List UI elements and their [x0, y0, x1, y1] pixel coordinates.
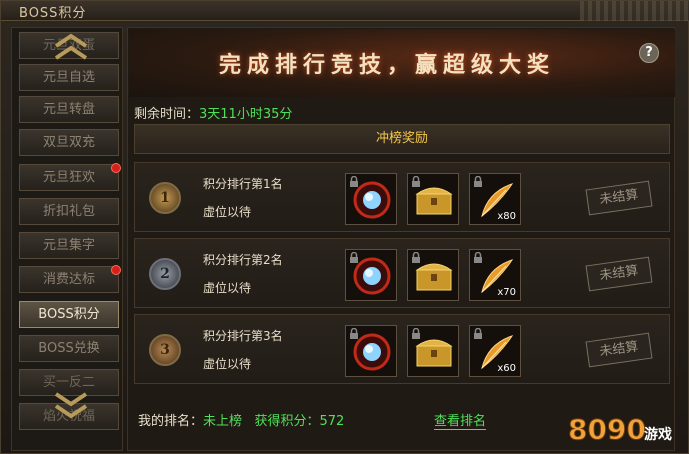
reward-slot[interactable] [345, 249, 397, 301]
points-value: 572 [319, 414, 345, 429]
sidebar-item-label: 折扣礼包 [42, 204, 95, 219]
reward-slot[interactable] [345, 173, 397, 225]
lock-icon [412, 328, 420, 339]
dragon-ornament-icon [580, 1, 689, 21]
rank-row-1: 1 积分排行第1名 虚位以待 x80 未结算 [134, 162, 670, 232]
rank-medal-icon: 3 [149, 334, 181, 366]
sidebar-item-xiaofei-dabiao[interactable]: 消费达标 [19, 265, 121, 293]
reward-slot[interactable] [345, 325, 397, 377]
rank-holder: 虚位以待 [203, 205, 252, 219]
sidebar-item-boss-jifen[interactable]: BOSS积分 [19, 301, 119, 328]
reward-quantity: x80 [497, 211, 516, 222]
reward-slot[interactable]: x70 [469, 249, 521, 301]
reward-slot[interactable] [407, 249, 459, 301]
settlement-status-stamp: 未结算 [585, 256, 653, 292]
svg-text:游戏: 游戏 [644, 426, 672, 443]
reward-slot[interactable] [407, 325, 459, 377]
window-title: BOSS积分 [19, 6, 87, 21]
svg-text:8090: 8090 [568, 413, 646, 446]
lock-icon [350, 176, 358, 187]
sidebar-item-boss-duihuan[interactable]: BOSS兑换 [19, 335, 119, 362]
reward-quantity: x70 [497, 287, 516, 298]
reward-header: 冲榜奖励 [134, 124, 670, 154]
reward-slot[interactable]: x60 [469, 325, 521, 377]
sidebar-item-label: 消费达标 [42, 272, 95, 287]
reward-slot[interactable]: x80 [469, 173, 521, 225]
rank-title: 积分排行第1名 [203, 177, 283, 191]
my-rank-summary: 我的排名：未上榜 获得积分：572 [138, 410, 344, 429]
remaining-time-value: 3天11小时35分 [199, 107, 293, 122]
lock-icon [474, 328, 482, 339]
sidebar-item-label: 元旦集字 [42, 238, 95, 253]
rank-row-3: 3 积分排行第3名 虚位以待 x60 未结算 [134, 314, 670, 384]
main-panel: 完成排行竞技，赢超级大奖 ? 剩余时间：3天11小时35分 冲榜奖励 1 积分排… [127, 27, 675, 451]
banner-title: 完成排行竞技，赢超级大奖 [219, 52, 556, 78]
double-chevron-down-icon[interactable] [50, 390, 92, 420]
sidebar-item-yuandan-zixuan[interactable]: 元旦自选 [19, 64, 119, 91]
lock-icon [412, 252, 420, 263]
rank-title: 积分排行第3名 [203, 329, 283, 343]
rank-medal-icon: 2 [149, 258, 181, 290]
remaining-time: 剩余时间：3天11小时35分 [134, 103, 292, 122]
view-ranking-link[interactable]: 查看排名 [434, 410, 487, 430]
sidebar-item-label: 买一反二 [42, 375, 95, 390]
banner: 完成排行竞技，赢超级大奖 ? [129, 29, 675, 97]
settlement-status-stamp: 未结算 [585, 332, 653, 368]
points-label: 获得积分： [254, 414, 320, 429]
settlement-status-stamp: 未结算 [585, 180, 653, 216]
sidebar-item-zhekou-libao[interactable]: 折扣礼包 [19, 198, 119, 225]
lock-icon [412, 176, 420, 187]
notification-dot-icon [111, 163, 121, 173]
sidebar-item-yuandan-jizi[interactable]: 元旦集字 [19, 232, 119, 259]
my-rank-label: 我的排名： [138, 414, 204, 429]
sidebar-item-yuandan-kuanghuan[interactable]: 元旦狂欢 [19, 163, 121, 191]
notification-dot-icon [111, 265, 121, 275]
lock-icon [350, 252, 358, 263]
rank-holder: 虚位以待 [203, 281, 252, 295]
reward-quantity: x60 [497, 363, 516, 374]
lock-icon [350, 328, 358, 339]
reward-slot[interactable] [407, 173, 459, 225]
rank-medal-icon: 1 [149, 182, 181, 214]
rank-row-2: 2 积分排行第2名 虚位以待 x70 未结算 [134, 238, 670, 308]
my-rank-value: 未上榜 [203, 414, 243, 429]
sidebar-item-label: 元旦狂欢 [42, 170, 95, 185]
sidebar-item-shuangdan-shuangchong[interactable]: 双旦双充 [19, 129, 119, 156]
event-window: BOSS积分 元旦双蛋 元旦自选 元旦转盘 双旦双充 元旦狂欢 折扣礼包 元旦集… [0, 0, 689, 454]
sidebar-item-yuandan-zhuanpan[interactable]: 元旦转盘 [19, 96, 119, 123]
double-chevron-up-icon[interactable] [50, 32, 92, 62]
rank-title: 积分排行第2名 [203, 253, 283, 267]
rank-holder: 虚位以待 [203, 357, 252, 371]
sidebar-item-label: BOSS积分 [38, 307, 100, 322]
help-icon[interactable]: ? [639, 43, 659, 63]
sidebar-item-label: 双旦双充 [42, 135, 95, 150]
sidebar: 元旦双蛋 元旦自选 元旦转盘 双旦双充 元旦狂欢 折扣礼包 元旦集字 消费达标 … [11, 27, 123, 451]
title-bar: BOSS积分 [1, 1, 689, 21]
lock-icon [474, 252, 482, 263]
lock-icon [474, 176, 482, 187]
sidebar-item-label: BOSS兑换 [38, 341, 100, 356]
sidebar-item-label: 元旦自选 [42, 70, 95, 85]
sidebar-item-label: 元旦转盘 [42, 102, 95, 117]
remaining-time-label: 剩余时间： [134, 107, 200, 122]
site-watermark-logo: 8090 游戏 [568, 413, 673, 447]
